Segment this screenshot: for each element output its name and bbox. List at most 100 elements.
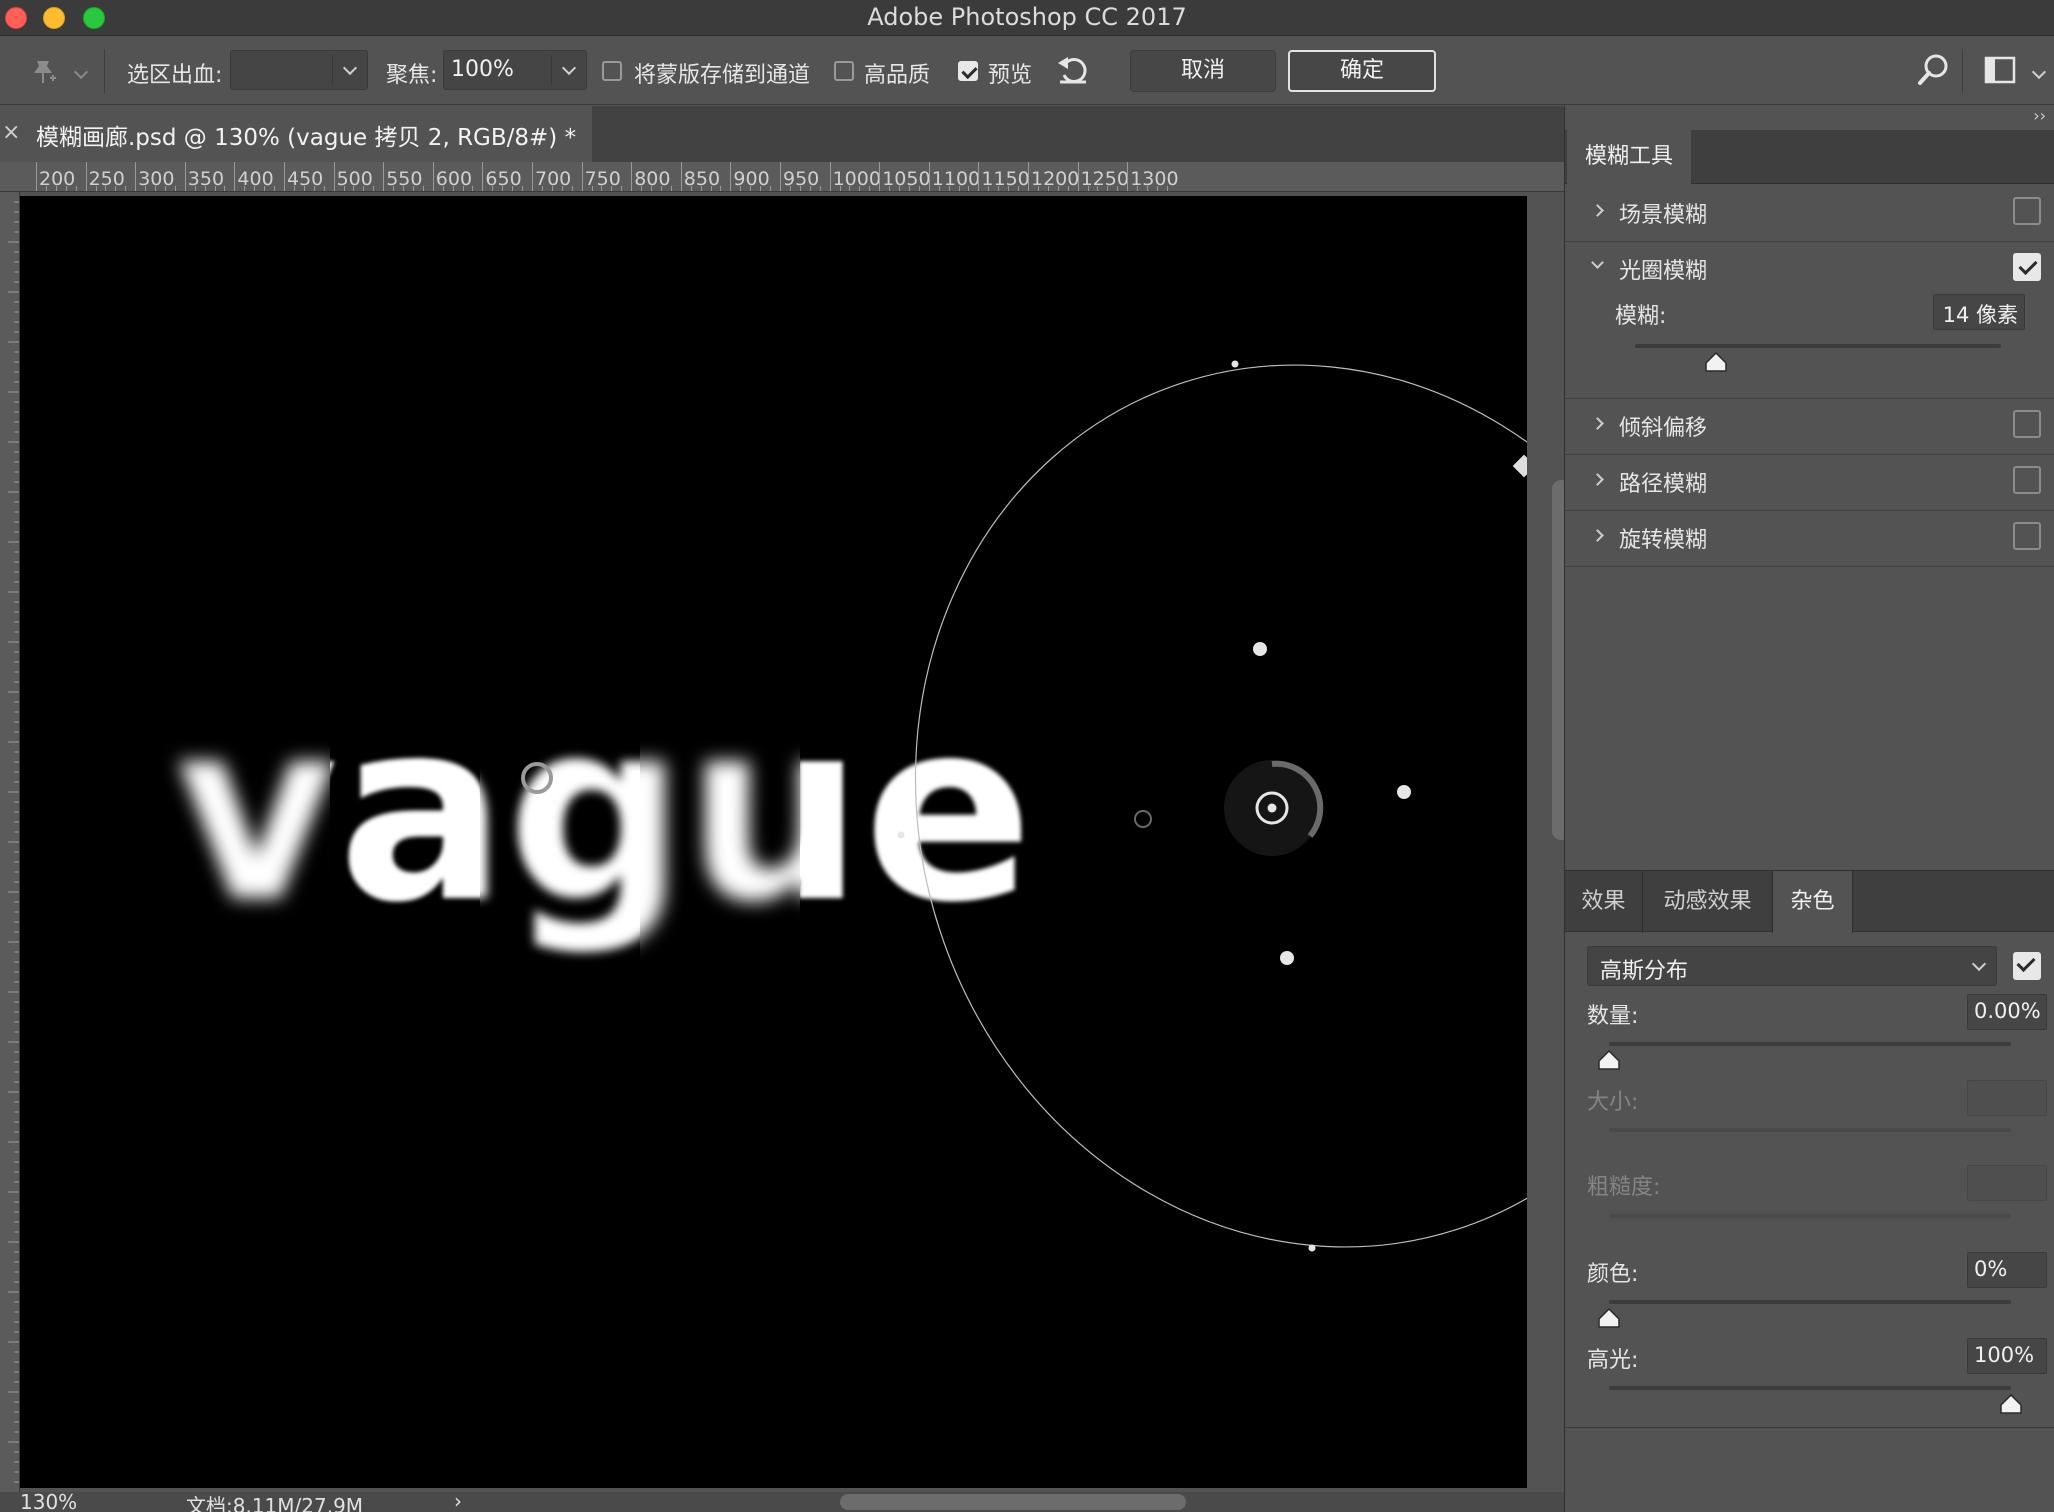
canvas-area: vague vague vague vague vague [20,192,1570,1492]
noise-amount-slider-track[interactable] [1609,1042,2011,1046]
chevron-down-icon[interactable] [2031,64,2047,80]
chevron-right-icon[interactable] [1591,473,1604,486]
iris-blur-slider-track[interactable] [1635,344,2001,348]
chevron-down-icon[interactable] [73,64,89,80]
chevron-down-icon[interactable] [1591,256,1604,269]
iris-edge-handle[interactable] [1231,360,1239,368]
tab-motion-effects[interactable]: 动感效果 [1643,871,1773,933]
noise-color-label: 颜色: [1587,1262,1639,1287]
noise-highlight-input[interactable]: 100% [1967,1338,2047,1374]
noise-amount-slider-thumb[interactable] [1598,1050,1620,1070]
ruler-label: 650 [485,168,522,190]
iris-edge-handle[interactable] [897,831,905,839]
collapse-panel-icon[interactable]: ›› [2033,106,2046,125]
ruler-tick [1077,162,1079,191]
ruler-label: 700 [535,168,572,190]
spin-blur-checkbox[interactable] [2013,522,2041,550]
blur-tool-iris-blur[interactable]: 光圈模糊 模糊: 14 像素 [1565,242,2054,399]
chevron-down-icon [1971,956,1987,972]
vertical-ruler[interactable] [0,192,20,1492]
chevron-right-icon[interactable] [1591,204,1604,217]
feather-handle[interactable] [1397,785,1411,799]
options-bar: 选区出血: 聚焦: 100% 将蒙版存储到通道 高品质 预览 取消 确定 [0,37,2054,105]
ruler-tick [1127,162,1129,191]
ruler-label: 850 [683,168,721,190]
blur-tool-label: 旋转模糊 [1619,528,1708,553]
ruler-tick [383,162,385,191]
close-tab-icon[interactable]: × [2,120,20,145]
title-bar: Adobe Photoshop CC 2017 [0,0,2054,36]
selection-bleed-label: 选区出血: [127,63,223,88]
noise-color-input[interactable]: 0% [1967,1252,2047,1288]
tab-blur-tools[interactable]: 模糊工具 [1567,130,1691,184]
ok-button[interactable]: 确定 [1288,50,1436,92]
cancel-button[interactable]: 取消 [1130,50,1276,92]
noise-amount-input[interactable]: 0.00% [1967,994,2047,1030]
save-mask-label: 将蒙版存储到通道 [634,63,811,88]
blur-pin[interactable] [1134,810,1152,828]
focus-field[interactable]: 100% [443,50,587,90]
canvas-text: vague vague vague vague vague [175,666,1033,957]
iris-blur-amount-input[interactable]: 14 像素 [1933,294,2025,330]
ruler-tick [680,162,682,191]
ruler-label: 250 [88,168,125,190]
ruler-label: 600 [435,168,473,190]
workspace-icon[interactable] [1984,55,2018,85]
save-mask-checkbox[interactable] [602,61,622,81]
noise-color-slider-thumb[interactable] [1598,1308,1620,1328]
focus-label: 聚焦: [386,63,438,88]
document-canvas[interactable]: vague vague vague vague vague [20,196,1527,1488]
tab-effects[interactable]: 效果 [1565,871,1643,933]
preview-checkbox[interactable] [958,61,978,81]
noise-amount-label: 数量: [1587,1004,1639,1029]
search-icon[interactable] [1916,52,1950,88]
effects-tabs: 效果 动感效果 杂色 [1565,870,2054,933]
preview-label: 预览 [988,63,1033,88]
blur-tool-tilt-shift[interactable]: 倾斜偏移 [1565,399,2054,455]
noise-distribution-select[interactable]: 高斯分布 [1587,946,1997,986]
tilt-shift-checkbox[interactable] [2013,410,2041,438]
noise-highlight-slider-thumb[interactable] [2000,1394,2022,1414]
ruler-tick [581,162,583,191]
panel-tab-header: 模糊工具 [1565,130,2054,184]
chevron-right-icon[interactable] [1591,417,1604,430]
ruler-label: 450 [287,168,324,190]
feather-handle[interactable] [1253,642,1267,656]
ruler-tick [978,162,980,191]
iris-blur-slider-thumb[interactable] [1704,352,1727,372]
zoom-level[interactable]: 130% [20,1492,77,1512]
path-blur-checkbox[interactable] [2013,466,2041,494]
iris-blur-checkbox[interactable] [2013,253,2041,281]
iris-corner-handle[interactable] [1512,454,1527,478]
ruler-tick [432,162,434,191]
status-menu-arrow[interactable]: › [454,1492,462,1512]
ruler-tick [730,162,732,191]
noise-distribution-value: 高斯分布 [1600,959,1689,984]
noise-size-label: 大小: [1587,1090,1639,1115]
horizontal-scrollbar[interactable] [840,1494,1186,1510]
blur-tool-path-blur[interactable]: 路径模糊 [1565,455,2054,511]
blur-tool-field-blur[interactable]: 场景模糊 [1565,186,2054,242]
ruler-tick [631,162,633,191]
pin-icon[interactable] [28,57,58,87]
blur-tool-spin-blur[interactable]: 旋转模糊 [1565,511,2054,567]
selection-bleed-field[interactable] [230,50,368,90]
document-tab[interactable]: × 模糊画廊.psd @ 130% (vague 拷贝 2, RGB/8#) * [0,106,592,162]
noise-color-slider-track[interactable] [1609,1300,2011,1304]
chevron-down-icon [342,60,358,76]
high-quality-checkbox[interactable] [834,61,854,81]
window-title: Adobe Photoshop CC 2017 [867,3,1187,31]
noise-roughness-input [1967,1165,2047,1201]
ruler-tick [234,162,236,191]
reset-icon[interactable] [1054,51,1092,89]
noise-highlight-slider-track[interactable] [1609,1386,2011,1390]
iris-edge-handle[interactable] [1308,1244,1316,1252]
chevron-right-icon[interactable] [1591,529,1604,542]
feather-handle[interactable] [1280,951,1294,965]
horizontal-ruler[interactable]: 200 250 300 350 400 450 500 550 600 650 700 750 800 8… [0,162,1564,192]
focus-value: 100% [451,57,514,82]
tab-noise[interactable]: 杂色 [1773,871,1853,933]
noise-enabled-checkbox[interactable] [2013,952,2041,980]
field-blur-checkbox[interactable] [2013,197,2041,225]
iris-blur-amount-label: 模糊: [1615,304,1667,329]
